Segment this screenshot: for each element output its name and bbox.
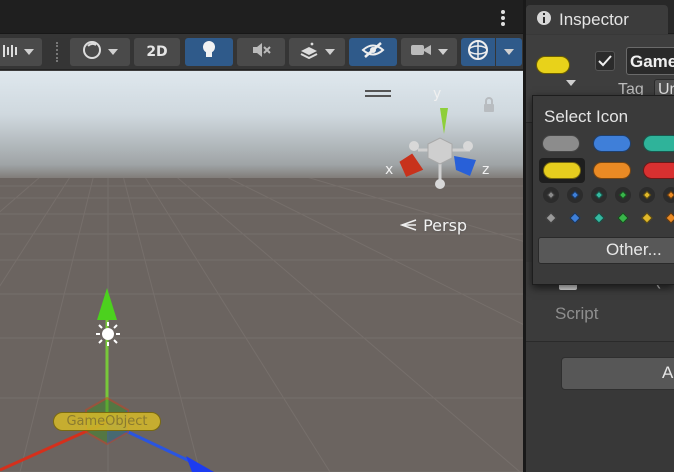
- label-icon-blue[interactable]: [593, 135, 631, 152]
- diamond-icon-gray[interactable]: [545, 212, 557, 224]
- shading-mode-dropdown[interactable]: [70, 38, 130, 66]
- perspective-icon: [399, 216, 423, 235]
- select-icon-popup: Select Icon Other...: [532, 95, 674, 285]
- layers-effects-icon: [299, 41, 319, 63]
- gameobject-icon-button[interactable]: [536, 56, 570, 74]
- diamond-icon-blue[interactable]: [569, 212, 581, 224]
- move-tool-gizmo[interactable]: [0, 280, 240, 472]
- eye-slash-icon: [361, 41, 385, 63]
- gizmo-x-label: x: [385, 162, 394, 178]
- camera-icon: [410, 42, 432, 62]
- sphere-shading-icon: [82, 40, 102, 64]
- projection-label: Persp: [423, 216, 468, 235]
- chevron-down-icon: [438, 49, 448, 55]
- script-field-label: Script: [555, 304, 599, 323]
- diamond-icon-teal[interactable]: [593, 212, 605, 224]
- label-icon-gray[interactable]: [542, 135, 580, 152]
- chevron-down-icon: [108, 49, 118, 55]
- audio-toggle[interactable]: [237, 38, 285, 66]
- scene-visibility-toggle[interactable]: [349, 38, 397, 66]
- inspector-tab-bar: Inspector: [526, 0, 674, 34]
- active-checkbox[interactable]: [595, 51, 615, 71]
- tab-inspector[interactable]: Inspector: [526, 5, 668, 34]
- diamond-icon-green[interactable]: [617, 212, 629, 224]
- label-icon-orange[interactable]: [593, 162, 631, 179]
- diamond-icon-yellow[interactable]: [641, 212, 653, 224]
- effects-dropdown[interactable]: [289, 38, 345, 66]
- draw-mode-dropdown[interactable]: [0, 38, 42, 66]
- gizmo-y-label: y: [433, 86, 442, 102]
- gameobject-icon-label[interactable]: GameObject: [53, 412, 161, 431]
- scene-view[interactable]: 2D y x z Persp GameObject: [0, 0, 523, 472]
- label-icon-yellow[interactable]: [543, 162, 581, 179]
- chevron-down-icon: [325, 49, 335, 55]
- projection-toggle[interactable]: Persp: [399, 216, 468, 235]
- gizmos-dropdown[interactable]: [496, 38, 522, 66]
- popup-title: Select Icon: [544, 107, 629, 126]
- chevron-down-icon: [24, 49, 34, 55]
- more-options-icon[interactable]: [500, 9, 506, 27]
- lightbulb-icon: [202, 40, 216, 64]
- scene-tab-bar: [0, 0, 523, 34]
- other-icon-label: Other...: [606, 240, 662, 259]
- info-icon: [536, 10, 552, 30]
- chevron-down-icon: [504, 49, 514, 55]
- label-icon-teal[interactable]: [643, 135, 674, 152]
- inspector-tab-label: Inspector: [559, 9, 629, 29]
- diamond-icon-orange[interactable]: [665, 212, 674, 224]
- label-icon-red[interactable]: [643, 162, 674, 179]
- chevron-down-icon[interactable]: [566, 80, 576, 86]
- light-sun-icon: [94, 320, 122, 352]
- speaker-muted-icon: [251, 41, 271, 63]
- gizmo-z-label: z: [482, 162, 490, 178]
- grid-bars-icon: [2, 43, 18, 62]
- toolbar-separator: [56, 42, 60, 62]
- gameobject-name-field[interactable]: Game: [626, 47, 674, 75]
- gizmos-toggle[interactable]: [461, 38, 495, 66]
- orientation-gizmo[interactable]: [388, 100, 488, 200]
- scene-toolbar: 2D: [0, 34, 523, 70]
- add-component-button[interactable]: A: [561, 357, 674, 390]
- gizmo-globe-icon: [467, 39, 489, 65]
- lighting-toggle[interactable]: [185, 38, 233, 66]
- camera-dropdown[interactable]: [401, 38, 457, 66]
- mode-2d-label: 2D: [146, 44, 168, 60]
- mode-2d-button[interactable]: 2D: [134, 38, 180, 66]
